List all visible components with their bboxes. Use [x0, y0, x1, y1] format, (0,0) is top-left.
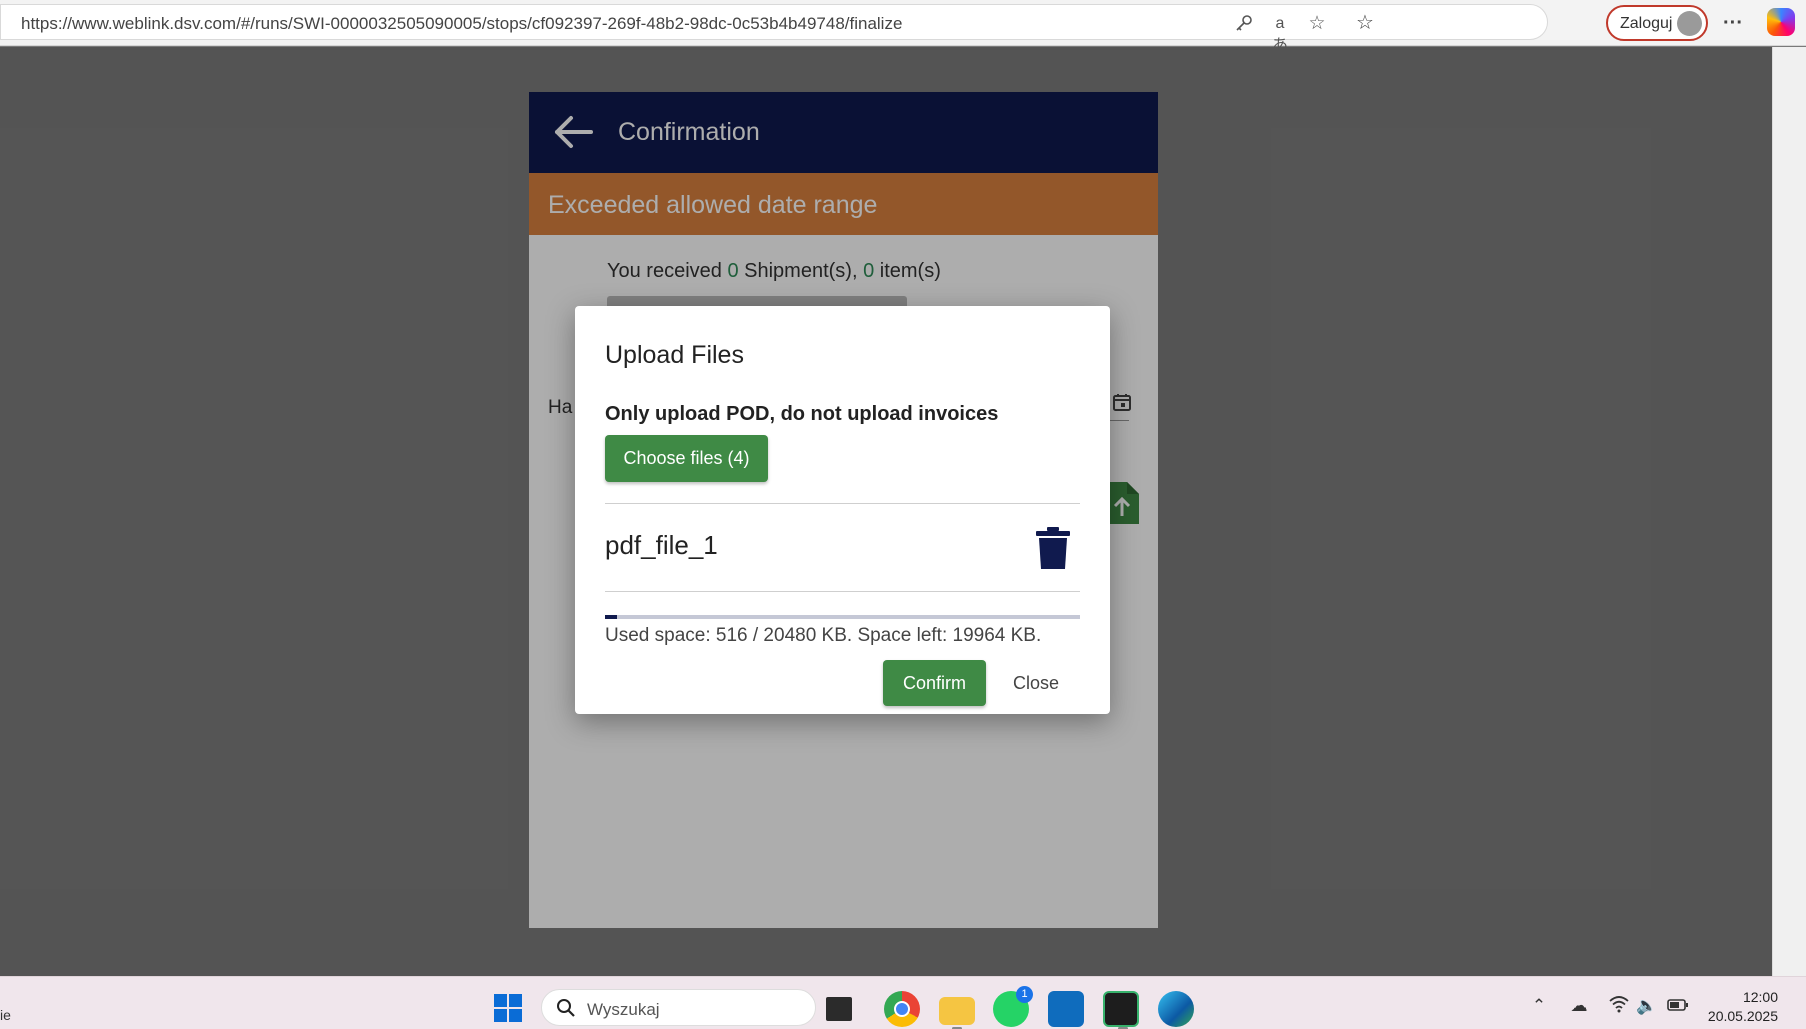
task-view-icon[interactable] [826, 997, 852, 1021]
key-icon[interactable] [1233, 13, 1255, 35]
taskbar-left-fragment: ie [0, 1007, 11, 1023]
chevron-up-icon[interactable]: ⌃ [1528, 995, 1550, 1017]
search-placeholder: Wyszukaj [587, 1000, 660, 1019]
copilot-icon[interactable] [1767, 8, 1795, 36]
confirm-button[interactable]: Confirm [883, 660, 986, 706]
taskbar-search[interactable]: Wyszukaj [541, 989, 816, 1026]
choose-files-button[interactable]: Choose files (4) [605, 435, 768, 482]
battery-icon[interactable] [1667, 995, 1689, 1017]
windows-taskbar: ie Wyszukaj 1 ⌃ ☁ 🔈 12:00 20.05.2025 [0, 976, 1806, 1029]
divider-bottom [605, 591, 1080, 592]
address-url[interactable]: https://www.weblink.dsv.com/#/runs/SWI-0… [21, 14, 902, 34]
clock-date: 20.05.2025 [1707, 1008, 1778, 1024]
favorites-list-icon[interactable]: ☆ [1352, 10, 1378, 36]
search-icon [557, 999, 575, 1017]
favorite-star-icon[interactable]: ☆ [1306, 13, 1328, 35]
onedrive-icon[interactable]: ☁ [1568, 995, 1590, 1017]
browser-toolbar: https://www.weblink.dsv.com/#/runs/SWI-0… [0, 0, 1806, 54]
whatsapp-badge: 1 [1016, 986, 1033, 1003]
address-bar[interactable]: https://www.weblink.dsv.com/#/runs/SWI-0… [0, 4, 1548, 54]
cs-app-icon[interactable] [1103, 991, 1139, 1029]
volume-icon[interactable]: 🔈 [1636, 995, 1658, 1017]
close-button[interactable]: Close [1003, 660, 1069, 706]
windows-start-icon[interactable] [493, 993, 523, 1023]
clock-time: 12:00 [1742, 989, 1778, 1005]
scrollbar[interactable] [1772, 47, 1806, 976]
whatsapp-icon[interactable]: 1 [993, 986, 1033, 1027]
more-menu-icon[interactable]: ··· [1720, 10, 1746, 36]
storage-usage-text: Used space: 516 / 20480 KB. Space left: … [605, 625, 1042, 646]
edge-icon[interactable] [1158, 991, 1194, 1027]
file-explorer-icon[interactable] [939, 997, 975, 1029]
storage-progress-fill [605, 615, 617, 619]
login-button[interactable]: Zaloguj [1606, 5, 1708, 41]
upload-files-dialog: Upload Files Only upload POD, do not upl… [575, 306, 1110, 714]
file-name: pdf_file_1 [605, 530, 718, 560]
chrome-icon[interactable] [884, 991, 920, 1027]
system-clock[interactable]: 12:00 20.05.2025 [1708, 988, 1778, 1026]
avatar-icon [1677, 11, 1702, 36]
divider-top [605, 503, 1080, 504]
storage-progress-bar [605, 615, 1080, 619]
outlook-icon[interactable] [1048, 991, 1084, 1027]
wifi-icon[interactable] [1608, 995, 1630, 1017]
read-aloud-icon[interactable]: aあ [1269, 13, 1291, 54]
upload-note: Only upload POD, do not upload invoices [605, 403, 999, 425]
trash-icon[interactable] [1034, 526, 1072, 570]
dialog-title: Upload Files [605, 341, 744, 369]
login-label: Zaloguj [1620, 15, 1673, 32]
